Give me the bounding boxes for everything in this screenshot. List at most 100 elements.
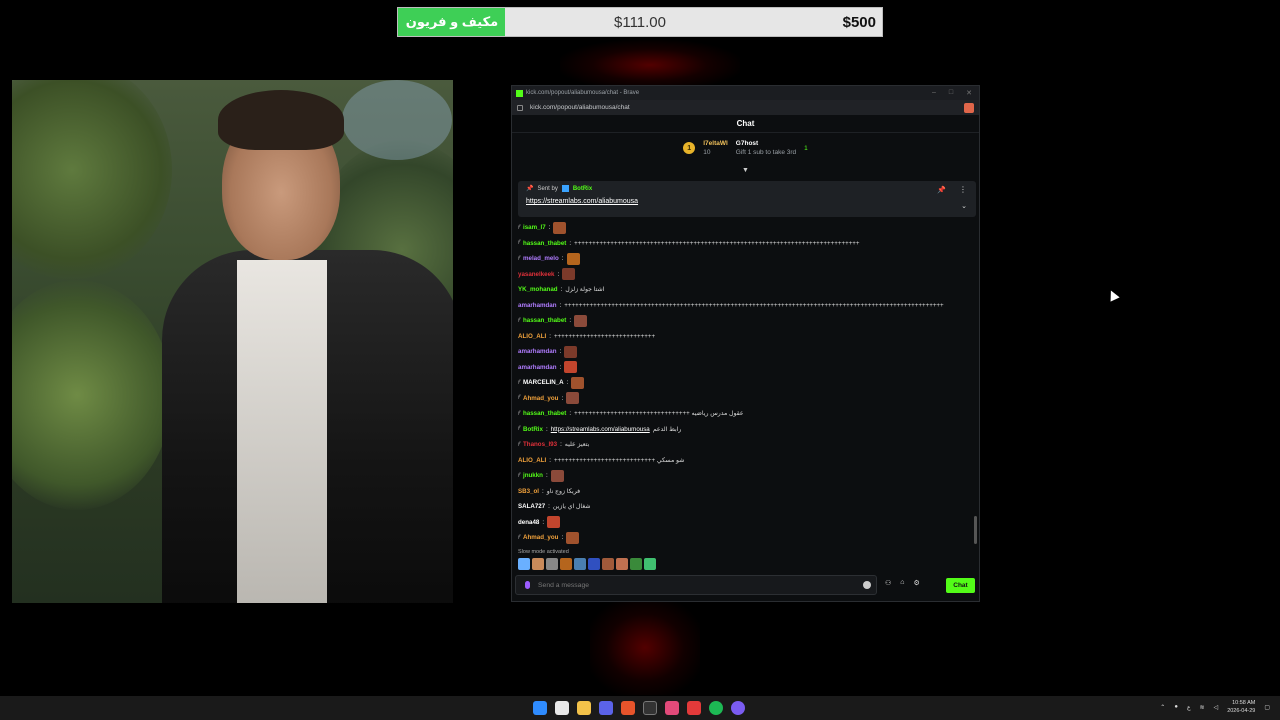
chat-username[interactable]: jnukkn xyxy=(523,472,543,479)
user-badge-icon: ⁄⁄ xyxy=(518,317,521,324)
chat-username[interactable]: isam_l7 xyxy=(523,224,546,231)
user-badge-icon: ⁄⁄ xyxy=(518,379,521,386)
chat-colon: : xyxy=(559,348,562,356)
host-name[interactable]: G7host xyxy=(736,140,796,147)
chat-emote[interactable] xyxy=(566,531,580,544)
app-purple-icon[interactable] xyxy=(731,701,745,715)
more-options-icon[interactable]: ⋮ xyxy=(959,185,967,194)
chat-username[interactable]: Ahmad_you xyxy=(523,534,558,541)
message-input[interactable]: Send a message xyxy=(515,575,877,595)
chat-username[interactable]: SB3_ol xyxy=(518,488,539,495)
send-chat-button[interactable]: Chat xyxy=(946,578,975,593)
quick-emote[interactable] xyxy=(644,558,656,570)
quick-emote[interactable] xyxy=(546,558,558,570)
chat-username[interactable]: melad_melo xyxy=(523,255,559,262)
chat-emote[interactable] xyxy=(566,252,580,265)
chat-message: amarhamdan: +++++++++++++++++++++++++++++… xyxy=(518,298,973,314)
mic-icon[interactable] xyxy=(525,581,530,589)
calendar-icon[interactable] xyxy=(555,701,569,715)
obs-icon[interactable] xyxy=(643,701,657,715)
chat-username[interactable]: amarhamdan xyxy=(518,364,557,371)
chevron-down-icon[interactable]: ⌄ xyxy=(961,202,967,210)
chat-username[interactable]: amarhamdan xyxy=(518,302,557,309)
emoji-picker-icon[interactable] xyxy=(863,581,871,589)
discord-icon[interactable] xyxy=(599,701,613,715)
chat-username[interactable]: ALIO_ALI xyxy=(518,457,546,464)
brave-shield-icon[interactable] xyxy=(964,102,974,113)
chat-emote[interactable] xyxy=(564,345,578,358)
address-bar[interactable]: kick.com/popout/aliabumousa/chat xyxy=(512,100,979,115)
chat-username[interactable]: dena48 xyxy=(518,519,539,526)
close-icon[interactable]: ✕ xyxy=(966,89,972,97)
pinned-sender[interactable]: BotRix xyxy=(573,186,592,192)
mic-tray-icon[interactable]: ● xyxy=(1174,704,1178,710)
chat-username[interactable]: YK_mohanad xyxy=(518,286,558,293)
chat-colon: : xyxy=(569,410,572,418)
chat-username[interactable]: yasanelkeek xyxy=(518,271,554,278)
chat-username[interactable]: SALA727 xyxy=(518,503,545,510)
chat-username[interactable]: Thanos_l93 xyxy=(523,441,557,448)
chat-emote[interactable] xyxy=(562,268,576,281)
chat-username[interactable]: BotRix xyxy=(523,426,543,433)
notification-icon[interactable]: ▢ xyxy=(1264,704,1270,711)
minimize-icon[interactable]: – xyxy=(932,89,936,97)
quick-emote[interactable] xyxy=(532,558,544,570)
user-badge-icon: ⁄⁄ xyxy=(518,534,521,541)
chat-username[interactable]: MARCELIN_A xyxy=(523,379,564,386)
language-indicator[interactable]: ع xyxy=(1187,704,1191,711)
quick-emote[interactable] xyxy=(616,558,628,570)
users-icon[interactable]: ⚇ xyxy=(885,579,891,587)
chat-username[interactable]: hassan_thabet xyxy=(523,410,566,417)
webcam-feed xyxy=(12,80,453,603)
chat-message-link[interactable]: https://streamlabs.com/aliabumousa xyxy=(551,426,650,433)
chat-message-text: شغال اي يازين xyxy=(552,503,591,511)
chat-scrollbar[interactable] xyxy=(974,516,977,544)
chat-username[interactable]: Ahmad_you xyxy=(523,395,558,402)
quick-emote[interactable] xyxy=(602,558,614,570)
wifi-icon[interactable]: ≋ xyxy=(1200,704,1205,711)
gift-prompt[interactable]: Gift 1 sub to take 3rd xyxy=(736,149,796,156)
chevron-up-icon[interactable]: ⌃ xyxy=(1160,704,1165,711)
quick-emote[interactable] xyxy=(588,558,600,570)
chat-emote[interactable] xyxy=(564,361,578,374)
chat-colon: : xyxy=(559,363,562,371)
volume-icon[interactable]: ◁ xyxy=(1214,704,1219,711)
adobe-icon[interactable] xyxy=(687,701,701,715)
goal-current-amount: $111.00 xyxy=(614,13,666,31)
chat-username[interactable]: hassan_thabet xyxy=(523,317,566,324)
app-icon[interactable] xyxy=(665,701,679,715)
top-gifter-name[interactable]: l7eltaWl xyxy=(703,140,728,147)
brave-icon[interactable] xyxy=(621,701,635,715)
file-explorer-icon[interactable] xyxy=(577,701,591,715)
chat-colon: : xyxy=(541,487,544,495)
clock[interactable]: 10:58 AM 2026-04-29 xyxy=(1227,699,1255,715)
spotify-icon[interactable] xyxy=(709,701,723,715)
quick-emote[interactable] xyxy=(574,558,586,570)
chat-message-text: ++++++++++++++++++++++++++++++++++++++++… xyxy=(564,301,944,309)
site-info-icon[interactable] xyxy=(517,104,523,111)
chat-message: ⁄⁄ MARCELIN_A: xyxy=(518,375,973,391)
expand-leaderboard-icon[interactable]: ▼ xyxy=(742,167,749,174)
chat-message: ⁄⁄ BotRix: https://streamlabs.com/aliabumo… xyxy=(518,422,973,438)
chat-colon: : xyxy=(569,239,572,247)
store-icon[interactable]: ⌂ xyxy=(900,579,904,587)
clock-time: 10:58 AM xyxy=(1232,700,1256,706)
chat-emote[interactable] xyxy=(547,516,561,529)
quick-emote[interactable] xyxy=(630,558,642,570)
chat-username[interactable]: amarhamdan xyxy=(518,348,557,355)
pin-icon[interactable]: 📌 xyxy=(937,186,946,194)
gear-icon[interactable]: ⚙ xyxy=(914,579,920,587)
chat-username[interactable]: hassan_thabet xyxy=(523,240,566,247)
maximize-icon[interactable]: □ xyxy=(949,89,953,97)
chat-emote[interactable] xyxy=(553,221,567,234)
quick-emote[interactable] xyxy=(518,558,530,570)
quick-emote[interactable] xyxy=(560,558,572,570)
chat-emote[interactable] xyxy=(566,392,580,405)
start-icon[interactable] xyxy=(533,701,547,715)
chat-emote[interactable] xyxy=(571,376,585,389)
user-badge-icon: ⁄⁄ xyxy=(518,395,521,402)
pinned-link[interactable]: https://streamlabs.com/aliabumousa xyxy=(526,198,968,205)
chat-emote[interactable] xyxy=(550,469,564,482)
chat-emote[interactable] xyxy=(574,314,588,327)
chat-username[interactable]: ALIO_ALI xyxy=(518,333,546,340)
